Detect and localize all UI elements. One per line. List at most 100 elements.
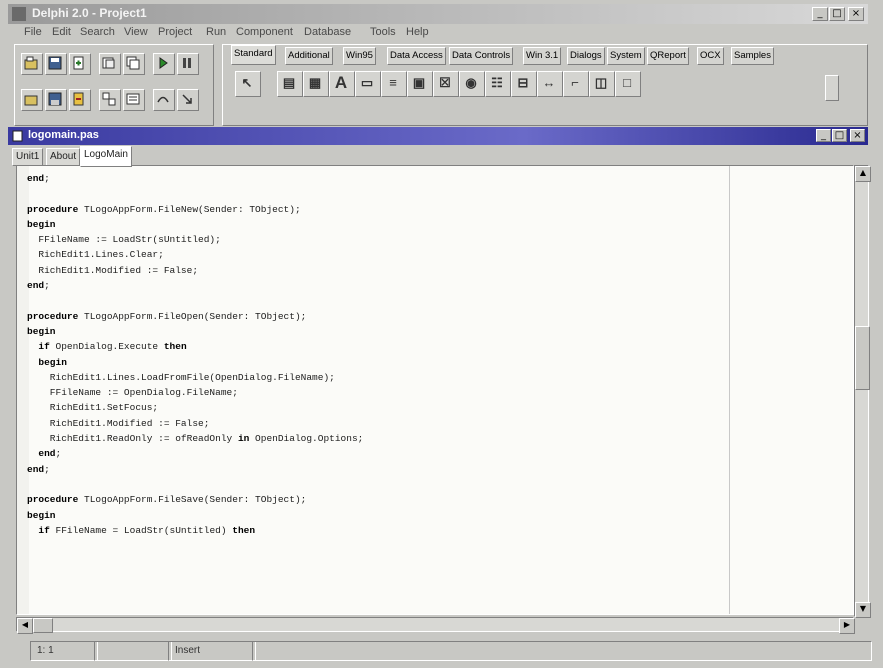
popupmenu-icon[interactable]: ▦ <box>303 71 329 97</box>
delphi-app-icon <box>12 7 26 21</box>
radiobutton-icon[interactable]: ◉ <box>459 71 485 97</box>
vertical-scroll-thumb[interactable] <box>855 326 870 390</box>
menu-help[interactable]: Help <box>406 26 429 38</box>
palette-tab-data-access[interactable]: Data Access <box>387 47 446 65</box>
close-icon[interactable]: × <box>848 7 864 21</box>
code-line[interactable]: end; <box>27 462 363 477</box>
panel-icon[interactable]: □ <box>615 71 641 97</box>
code-line[interactable]: begin <box>27 508 363 523</box>
code-line[interactable]: RichEdit1.SetFocus; <box>27 400 363 415</box>
scroll-down-icon[interactable]: ▼ <box>855 602 871 618</box>
menu-run[interactable]: Run <box>206 26 226 38</box>
speedbar <box>14 44 214 126</box>
tab-about[interactable]: About <box>46 148 81 166</box>
file-icon <box>12 130 23 142</box>
scroll-right-icon[interactable]: ▶ <box>839 618 855 634</box>
palette-tab-additional[interactable]: Additional <box>285 47 333 65</box>
remove-file-icon[interactable] <box>69 89 91 111</box>
groupbox-icon[interactable]: ⌐ <box>563 71 589 97</box>
scrollbar-icon[interactable]: ↔ <box>537 71 563 97</box>
maximize-icon[interactable]: □ <box>829 7 845 21</box>
code-line[interactable]: begin <box>27 217 363 232</box>
code-line[interactable] <box>27 293 363 308</box>
code-line[interactable]: if FFileName = LoadStr(sUntitled) then <box>27 523 363 538</box>
menu-file[interactable]: File <box>24 26 42 38</box>
menu-component[interactable]: Component <box>236 26 293 38</box>
palette-tab-samples[interactable]: Samples <box>731 47 774 65</box>
edit-icon[interactable]: ▭ <box>355 71 381 97</box>
menu-tools[interactable]: Tools <box>370 26 396 38</box>
code-line[interactable]: begin <box>27 355 363 370</box>
menu-edit[interactable]: Edit <box>52 26 71 38</box>
palette-tab-qreport[interactable]: QReport <box>647 47 689 65</box>
memo-icon[interactable]: ≡ <box>381 71 407 97</box>
checkbox-icon[interactable]: ☒ <box>433 71 459 97</box>
code-line[interactable]: RichEdit1.Lines.LoadFromFile(OpenDialog.… <box>27 370 363 385</box>
minimize-icon[interactable]: _ <box>812 7 828 21</box>
save-file-icon[interactable] <box>45 89 67 111</box>
editor-tab-strip: Unit1 About LogoMain <box>8 145 868 167</box>
menu-project[interactable]: Project <box>158 26 192 38</box>
horizontal-scrollbar[interactable]: ◀ ▶ <box>16 617 855 634</box>
pointer-icon[interactable]: ↖ <box>235 71 261 97</box>
code-line[interactable]: RichEdit1.ReadOnly := ofReadOnly in Open… <box>27 431 364 446</box>
tab-logomain[interactable]: LogoMain <box>80 146 132 167</box>
trace-into-icon[interactable] <box>177 89 199 111</box>
palette-scroll-handle[interactable] <box>825 75 839 101</box>
code-line[interactable] <box>27 477 363 492</box>
code-line[interactable]: end; <box>27 446 363 461</box>
palette-tab-win95[interactable]: Win95 <box>343 47 376 65</box>
run-icon[interactable] <box>153 53 175 75</box>
code-line[interactable]: procedure TLogoAppForm.FileOpen(Sender: … <box>27 309 363 324</box>
code-line[interactable]: FFileName := OpenDialog.FileName; <box>27 385 363 400</box>
label-icon[interactable]: A <box>329 71 355 97</box>
code-line[interactable]: RichEdit1.Lines.Clear; <box>27 247 363 262</box>
toggle-form-icon[interactable] <box>99 89 121 111</box>
code-line[interactable]: if OpenDialog.Execute then <box>27 339 363 354</box>
palette-tab-system[interactable]: System <box>607 47 645 65</box>
scroll-up-icon[interactable]: ▲ <box>855 166 871 182</box>
open-project-icon[interactable] <box>21 53 43 75</box>
menu-view[interactable]: View <box>124 26 148 38</box>
code-line[interactable]: procedure TLogoAppForm.FileNew(Sender: T… <box>27 202 363 217</box>
menu-search[interactable]: Search <box>80 26 115 38</box>
button-icon[interactable]: ▣ <box>407 71 433 97</box>
palette-tab-standard[interactable]: Standard <box>231 45 276 65</box>
palette-tab-data-controls[interactable]: Data Controls <box>449 47 514 65</box>
code-line[interactable]: end; <box>27 278 363 293</box>
code-editor[interactable]: end; procedure TLogoAppForm.FileNew(Send… <box>16 165 854 615</box>
listbox-icon[interactable]: ☷ <box>485 71 511 97</box>
add-file-icon[interactable] <box>69 53 91 75</box>
combobox-icon[interactable]: ⊟ <box>511 71 537 97</box>
code-line[interactable] <box>27 186 363 201</box>
tab-unit1[interactable]: Unit1 <box>12 148 44 166</box>
mainmenu-icon[interactable]: ▤ <box>277 71 303 97</box>
open-icon[interactable] <box>99 53 121 75</box>
code-line[interactable]: procedure TLogoAppForm.FileSave(Sender: … <box>27 492 363 507</box>
code-line[interactable]: begin <box>27 324 363 339</box>
palette-tab-dialogs[interactable]: Dialogs <box>567 47 605 65</box>
editor-title: logomain.pas <box>28 129 99 141</box>
editor-maximize-icon[interactable]: □ <box>832 129 847 142</box>
select-unit-icon[interactable] <box>123 89 145 111</box>
code-line[interactable]: RichEdit1.Modified := False; <box>27 416 363 431</box>
code-line[interactable]: RichEdit1.Modified := False; <box>27 263 363 278</box>
scroll-left-icon[interactable]: ◀ <box>17 618 33 634</box>
save-icon[interactable] <box>45 53 67 75</box>
pause-icon[interactable] <box>177 53 199 75</box>
code-line[interactable]: end; <box>27 171 363 186</box>
editor-close-icon[interactable]: × <box>850 129 865 142</box>
editor-minimize-icon[interactable]: _ <box>816 129 831 142</box>
step-over-icon[interactable] <box>153 89 175 111</box>
source-code[interactable]: end; procedure TLogoAppForm.FileNew(Send… <box>27 171 363 538</box>
palette-tab-win31[interactable]: Win 3.1 <box>523 47 562 65</box>
menu-database[interactable]: Database <box>304 26 351 38</box>
save-all-icon[interactable] <box>123 53 145 75</box>
open-file-icon[interactable] <box>21 89 43 111</box>
menu-bar: File Edit Search View Project Run Compon… <box>8 24 868 42</box>
code-line[interactable]: FFileName := LoadStr(sUntitled); <box>27 232 363 247</box>
palette-tab-ocx[interactable]: OCX <box>697 47 724 65</box>
vertical-scrollbar[interactable]: ▲ ▼ <box>854 165 871 618</box>
horizontal-scroll-thumb[interactable] <box>33 618 53 633</box>
radiogroup-icon[interactable]: ◫ <box>589 71 615 97</box>
